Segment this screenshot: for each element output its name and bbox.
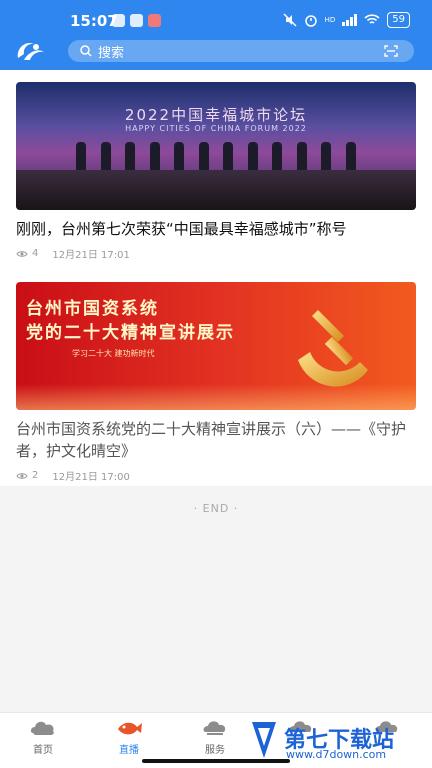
search-icon [80,45,92,57]
view-count: 2 [32,470,39,481]
audience [16,170,416,210]
scan-icon[interactable] [384,45,398,57]
app-notification-icon [112,14,125,27]
news-image: 台州市国资系统 党的二十大精神宣讲展示 学习二十大 建功新时代 [16,282,416,410]
news-card[interactable]: 2022中国幸福城市论坛 HAPPY CITIES OF CHINA FORUM… [16,82,416,261]
battery-icon: 59 [387,12,410,28]
notification-icons [112,14,161,27]
eye-icon [16,472,28,479]
banner-slogan: 学习二十大 建功新时代 [72,349,155,358]
tab-live[interactable]: 直播 [99,717,159,756]
signal-icon [342,14,358,26]
search-placeholder: 搜索 [98,45,125,61]
city-skyline [16,384,416,410]
watermark: 第七下载站 www.d7down.com [246,714,426,764]
home-cloud-icon [30,721,54,735]
search-bar[interactable]: 搜索 [68,40,414,62]
news-list: 2022中国幸福城市论坛 HAPPY CITIES OF CHINA FORUM… [0,70,432,486]
news-meta: 2 12月21日 17:00 [16,468,416,483]
network-label: HD [324,16,336,24]
view-count: 4 [32,248,39,259]
news-image: 2022中国幸福城市论坛 HAPPY CITIES OF CHINA FORUM… [16,82,416,210]
wifi-icon [364,14,380,24]
tab-home[interactable]: 首页 [13,717,73,756]
watermark-logo-icon [252,722,276,758]
banner-title-line2: 党的二十大精神宣讲展示 [26,323,235,343]
home-indicator[interactable] [142,759,290,763]
top-header: 15:07 HD 59 搜索 [0,0,432,70]
news-card[interactable]: 台州市国资系统 党的二十大精神宣讲展示 学习二十大 建功新时代 台州市国资系统党… [16,282,416,483]
tab-label: 首页 [33,745,53,756]
mute-icon [283,13,297,27]
alarm-icon [304,15,317,27]
tab-label: 服务 [205,745,225,756]
live-fish-icon [118,722,142,735]
list-end-marker: · END · [193,502,239,515]
service-cloud-icon [203,721,226,735]
publish-date: 12月21日 17:01 [52,250,130,261]
publish-date: 12月21日 17:00 [52,472,130,483]
system-icons: HD 59 [283,12,410,28]
tab-label: 直播 [119,745,139,756]
tab-service[interactable]: 服务 [185,717,245,756]
app-logo-icon[interactable] [14,38,48,64]
news-meta: 4 12月21日 17:01 [16,246,416,261]
app-notification-icon [130,14,143,27]
eye-icon [16,250,28,257]
status-bar: 15:07 HD 59 [0,0,432,38]
watermark-url: www.d7down.com [286,748,387,761]
app-notification-icon [148,14,161,27]
banner-title: 2022中国幸福城市论坛 [124,106,308,124]
banner-subtitle: HAPPY CITIES OF CHINA FORUM 2022 [125,124,307,133]
news-title[interactable]: 刚刚，台州第七次荣获“中国最具幸福感城市”称号 [16,218,416,240]
banner-title-line1: 台州市国资系统 [26,299,159,319]
news-title[interactable]: 台州市国资系统党的二十大精神宣讲展示（六）——《守护者，护文化晴空》 [16,418,416,462]
status-time: 15:07 [70,12,118,30]
